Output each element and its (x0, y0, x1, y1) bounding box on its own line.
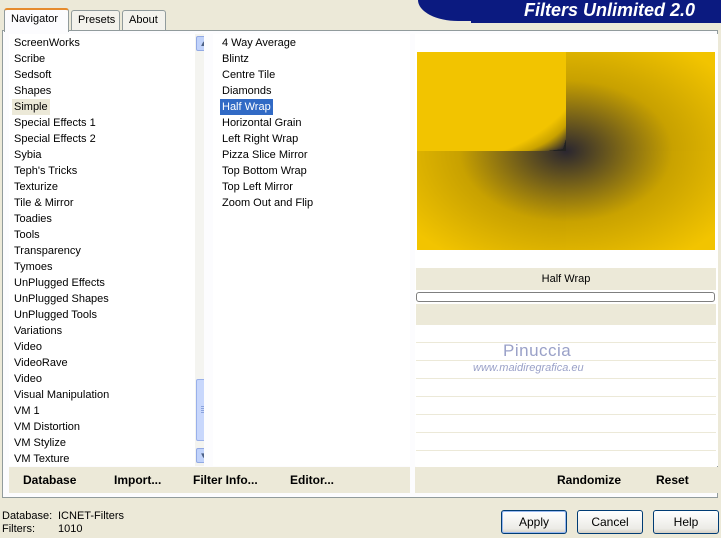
category-item[interactable]: Tymoes (12, 259, 55, 275)
category-item[interactable]: Teph's Tricks (12, 163, 79, 179)
preview-quadrant-bottom-right (566, 151, 715, 250)
filter-item[interactable]: Top Left Mirror (220, 179, 295, 195)
filter-name-label: Half Wrap (416, 268, 716, 290)
preview-quadrant-bottom-left (417, 151, 566, 250)
category-item[interactable]: Tools (12, 227, 42, 243)
preview-image (417, 52, 715, 250)
filter-item[interactable]: Centre Tile (220, 67, 277, 83)
parameter-row (416, 396, 716, 413)
progress-bar (416, 292, 715, 302)
category-item[interactable]: Variations (12, 323, 64, 339)
category-item[interactable]: Tile & Mirror (12, 195, 75, 211)
filter-item[interactable]: Left Right Wrap (220, 131, 300, 147)
category-item[interactable]: UnPlugged Shapes (12, 291, 111, 307)
preview-area: Half Wrap Pinuccia www.maidiregrafica.eu (415, 34, 718, 467)
parameter-row (416, 414, 716, 431)
parameter-row (416, 450, 716, 467)
category-item[interactable]: Visual Manipulation (12, 387, 111, 403)
scroll-down-button[interactable]: ▼ (196, 448, 204, 463)
reset-button[interactable]: Reset (656, 467, 689, 493)
scroll-grip-icon (201, 406, 204, 414)
filter-item[interactable]: Top Bottom Wrap (220, 163, 309, 179)
category-item[interactable]: Transparency (12, 243, 83, 259)
filters-count: 1010 (58, 523, 83, 535)
category-item[interactable]: VM Distortion (12, 419, 82, 435)
category-item[interactable]: Toadies (12, 211, 54, 227)
filter-item[interactable]: Diamonds (220, 83, 274, 99)
filter-item[interactable]: Pizza Slice Mirror (220, 147, 310, 163)
watermark-url: www.maidiregrafica.eu (473, 362, 584, 374)
category-scrollbar[interactable]: ▲ ▼ (195, 34, 204, 466)
category-item[interactable]: Special Effects 1 (12, 115, 98, 131)
scroll-thumb[interactable] (196, 379, 204, 441)
preview-quadrant-top-left (417, 52, 566, 151)
category-item[interactable]: Sedsoft (12, 67, 53, 83)
filter-list[interactable]: 4 Way Average Blintz Centre Tile Diamonds Ha… (213, 34, 410, 466)
filter-item[interactable]: Half Wrap (220, 99, 273, 115)
scroll-up-button[interactable]: ▲ (196, 36, 204, 51)
brand-banner: Filters Unlimited 2.0 (418, 0, 721, 21)
list-toolbar: Database Import... Filter Info... Editor… (9, 467, 410, 493)
parameter-row (416, 378, 716, 395)
import-button[interactable]: Import... (114, 467, 161, 493)
filter-item[interactable]: Horizontal Grain (220, 115, 303, 131)
editor-button[interactable]: Editor... (290, 467, 334, 493)
watermark-name: Pinuccia (503, 341, 572, 360)
tab-presets[interactable]: Presets (71, 10, 120, 30)
category-item[interactable]: UnPlugged Tools (12, 307, 99, 323)
category-list[interactable]: ScreenWorks Scribe Sedsoft Shapes Simple Spec… (9, 34, 204, 466)
category-item[interactable]: VM 1 (12, 403, 42, 419)
category-item[interactable]: UnPlugged Effects (12, 275, 107, 291)
apply-button[interactable]: Apply (501, 510, 567, 534)
parameter-header (416, 304, 716, 324)
category-item[interactable]: Shapes (12, 83, 53, 99)
filter-item[interactable]: Zoom Out and Flip (220, 195, 315, 211)
category-item[interactable]: VM Texture (12, 451, 71, 466)
cancel-button[interactable]: Cancel (577, 510, 643, 534)
preview-toolbar: Randomize Reset (415, 467, 718, 493)
filter-item[interactable]: Blintz (220, 51, 251, 67)
parameter-row (416, 324, 716, 341)
database-button[interactable]: Database (23, 467, 76, 493)
preview-quadrant-top-right (566, 52, 715, 151)
status-info: Database: ICNET-Filters Filters: 1010 (2, 510, 124, 536)
parameter-row (416, 432, 716, 449)
brand-underline (471, 21, 721, 23)
category-item[interactable]: Video (12, 339, 44, 355)
database-value: ICNET-Filters (58, 510, 124, 522)
database-label: Database: (2, 510, 53, 522)
category-item[interactable]: Sybia (12, 147, 44, 163)
filter-item[interactable]: 4 Way Average (220, 35, 298, 51)
category-item[interactable]: Texturize (12, 179, 60, 195)
randomize-button[interactable]: Randomize (557, 467, 621, 493)
tab-navigator[interactable]: Navigator (4, 8, 69, 32)
category-item[interactable]: Video (12, 371, 44, 387)
tab-about[interactable]: About (122, 10, 166, 30)
category-item[interactable]: VideoRave (12, 355, 70, 371)
filters-label: Filters: (2, 523, 35, 535)
category-item[interactable]: Special Effects 2 (12, 131, 98, 147)
category-item[interactable]: VM Stylize (12, 435, 68, 451)
category-item[interactable]: Simple (12, 99, 50, 115)
category-item[interactable]: Scribe (12, 51, 47, 67)
filter-info-button[interactable]: Filter Info... (193, 467, 258, 493)
help-button[interactable]: Help (653, 510, 719, 534)
category-item[interactable]: ScreenWorks (12, 35, 82, 51)
